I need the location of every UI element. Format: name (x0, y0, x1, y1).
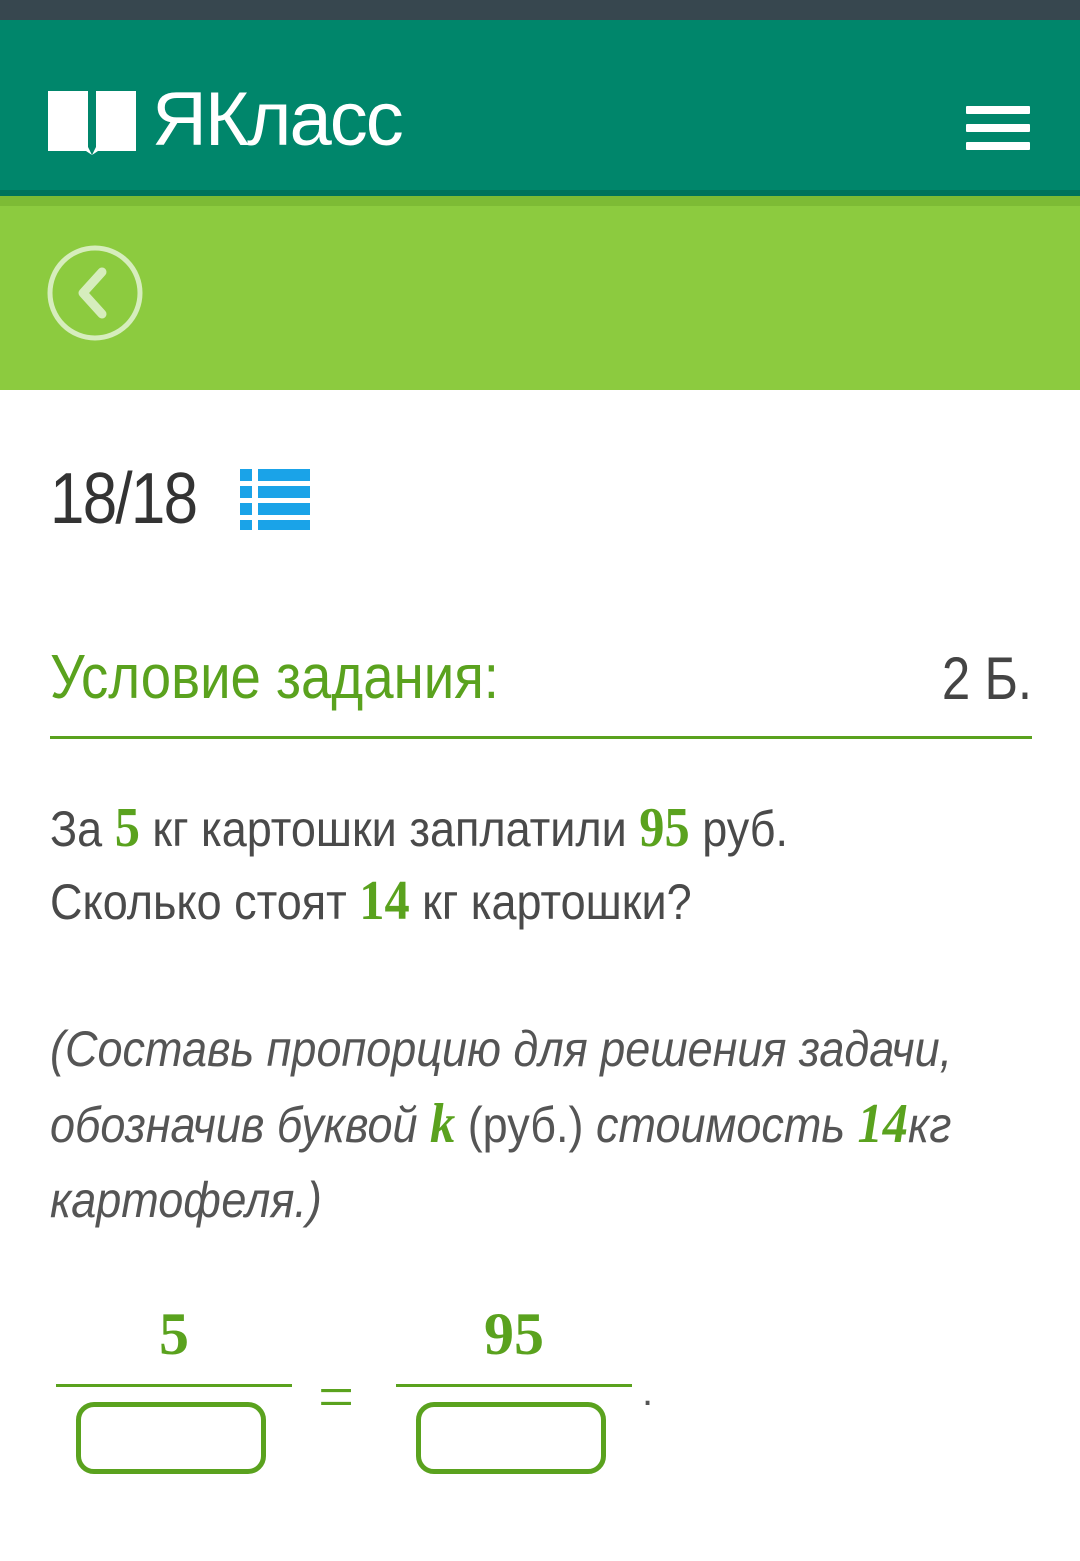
task-counter: 18/18 (50, 458, 310, 540)
hamburger-menu-icon[interactable] (962, 100, 1034, 156)
text-fragment: кг картошки заплатили (139, 801, 640, 857)
text-fragment: руб. (689, 801, 788, 857)
task-progress: 18/18 (50, 459, 198, 539)
variable-k: k (429, 1093, 456, 1155)
list-icon[interactable] (240, 467, 310, 531)
hint-line-1: (Составь пропорцию для решения задачи, (50, 1021, 953, 1077)
book-icon (48, 91, 136, 155)
equation-period: . (642, 1370, 654, 1414)
left-numerator: 5 (159, 1301, 189, 1367)
task-line-1: За 5 кг картошки заплатили 95 руб. (50, 792, 950, 865)
back-arrow-icon[interactable] (46, 244, 144, 342)
hint-line-2: обозначив буквой k (руб.) стоимость 14кг (50, 1087, 959, 1163)
number-14kg: 14 (359, 870, 410, 932)
right-denominator-input[interactable] (416, 1402, 606, 1474)
task-line-2: Сколько стоят 14 кг картошки? (50, 865, 950, 938)
logo-text: ЯКласс (152, 77, 404, 162)
app-header: ЯКласс (0, 20, 1080, 196)
text-fragment: стоимость (583, 1097, 858, 1153)
task-condition-header: Условие задания: 2 Б. (50, 640, 1032, 739)
right-numerator: 95 (484, 1301, 544, 1367)
task-text: За 5 кг картошки заплатили 95 руб. Сколь… (50, 792, 1050, 938)
navigation-bar (0, 196, 1080, 390)
number-5kg: 5 (114, 797, 140, 859)
text-fragment: обозначив буквой (50, 1097, 430, 1153)
text-fragment: (руб.) (455, 1097, 584, 1153)
left-denominator-input[interactable] (76, 1402, 266, 1474)
number-95rub: 95 (639, 797, 690, 859)
task-hint: (Составь пропорцию для решения задачи, о… (50, 1012, 1060, 1238)
hint-line-3: картофеля.) (50, 1172, 322, 1228)
left-fraction-bar (56, 1384, 292, 1387)
navigation-bar-edge (0, 196, 1080, 206)
logo[interactable]: ЯКласс (48, 70, 404, 170)
text-fragment: Сколько стоят (50, 874, 360, 930)
status-bar (0, 0, 1080, 20)
text-fragment: кг (907, 1097, 952, 1153)
task-points: 2 Б. (941, 645, 1032, 712)
section-title: Условие задания: (50, 643, 499, 712)
text-fragment: За (50, 801, 115, 857)
text-fragment: кг картошки? (409, 874, 692, 930)
number-14: 14 (857, 1093, 908, 1155)
equals-sign: = (318, 1361, 355, 1432)
right-fraction-bar (396, 1384, 632, 1387)
